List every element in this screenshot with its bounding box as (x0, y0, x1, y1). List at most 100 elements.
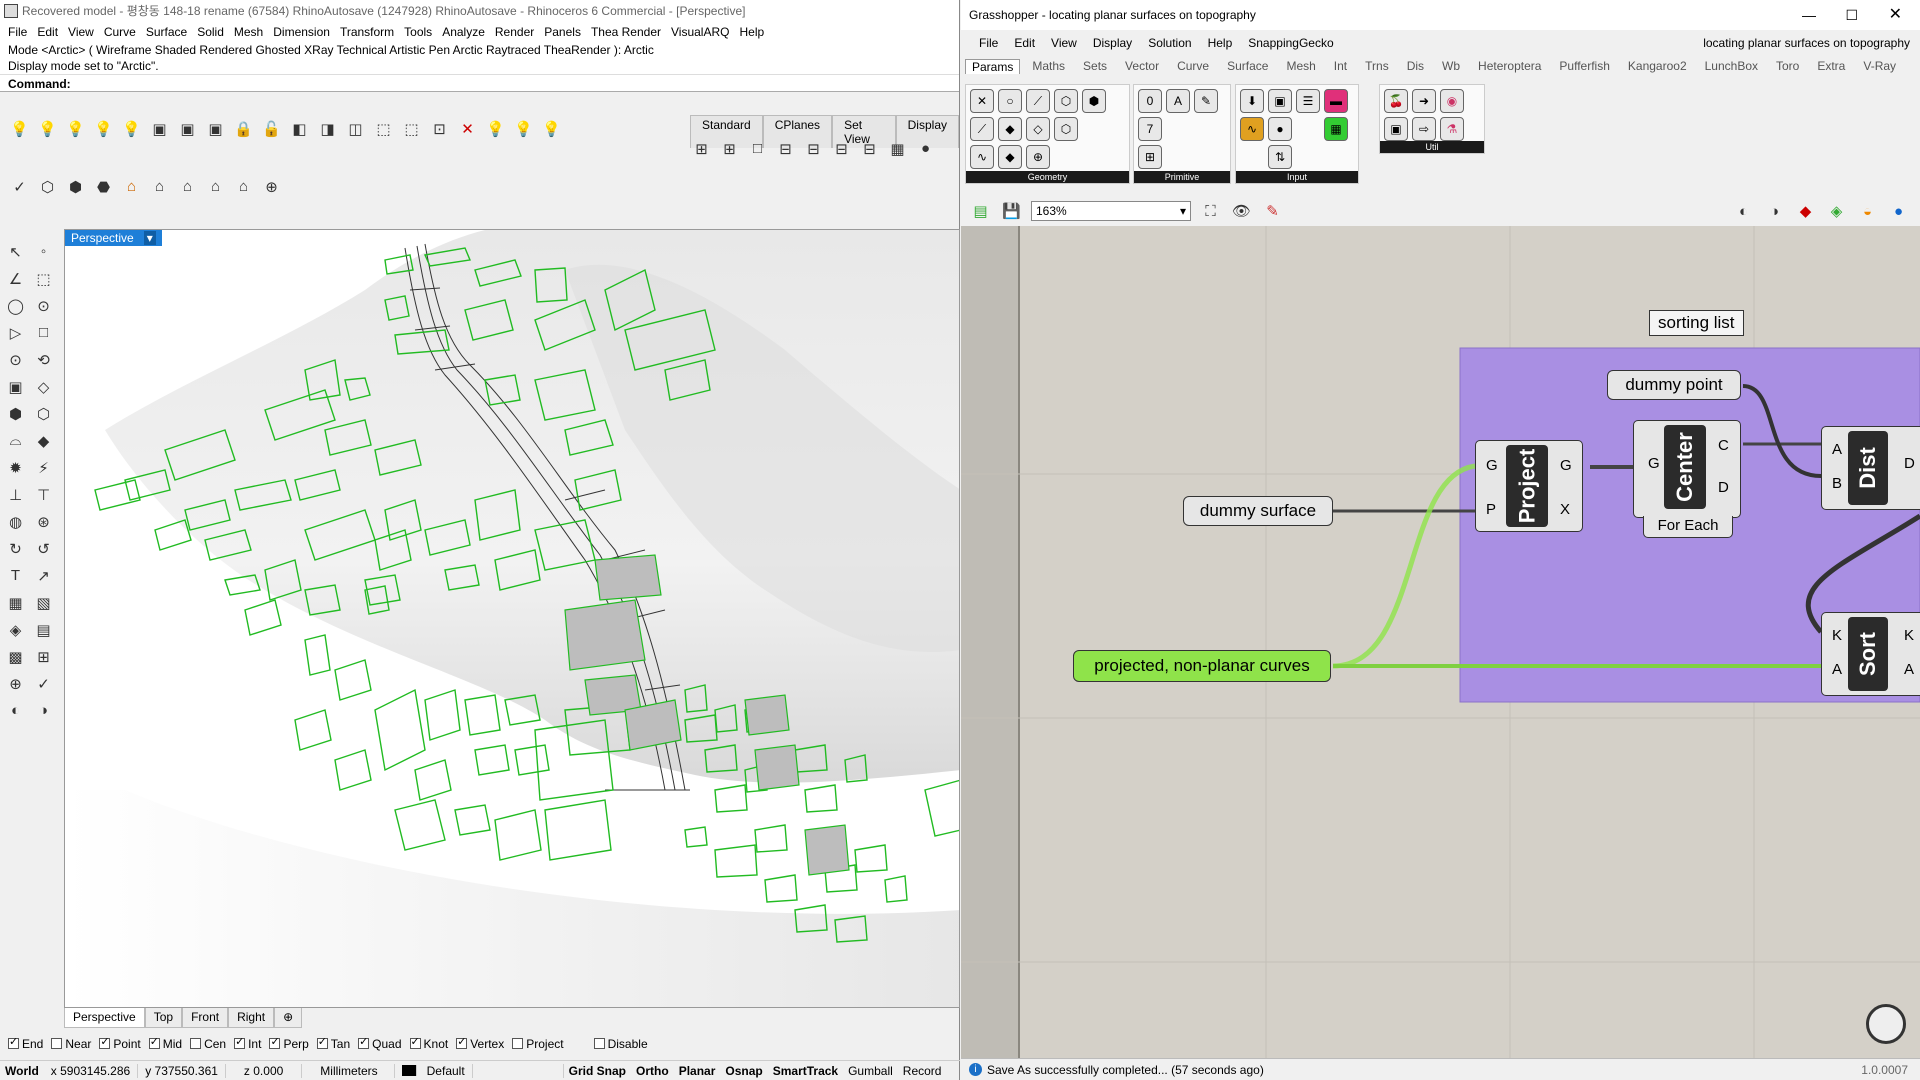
param-icon[interactable]: ▣ (1384, 117, 1408, 141)
project-output-x[interactable]: X (1560, 501, 1570, 518)
maximize-viewport-icon[interactable]: □ (746, 137, 769, 160)
sidebar-tool-icon[interactable]: ▤ (32, 618, 55, 641)
open-file-icon[interactable]: ▤ (969, 200, 992, 223)
viewport-tab-front[interactable]: Front (182, 1008, 229, 1028)
gh-tab-curve[interactable]: Curve (1177, 59, 1209, 73)
osnap-vertex[interactable]: Vertex (456, 1035, 504, 1051)
sidebar-tool-icon[interactable]: ⬚ (32, 267, 55, 290)
gh-tab-toro[interactable]: Toro (1776, 59, 1799, 73)
osnap-checkbox[interactable] (190, 1038, 202, 1049)
dist-component[interactable]: A B Dist D (1821, 426, 1920, 510)
menu-item-analyze[interactable]: Analyze (442, 25, 485, 39)
sidebar-tool-icon[interactable]: ⬡ (32, 402, 55, 425)
gh-canvas[interactable]: sorting list dummy point dummy surface p… (961, 226, 1920, 1058)
sidebar-tool-icon[interactable]: ▷ (4, 321, 27, 344)
project-output-g[interactable]: G (1560, 457, 1572, 474)
osnap-checkbox[interactable] (148, 1035, 160, 1049)
gh-tab-maths[interactable]: Maths (1032, 59, 1065, 73)
minimize-icon[interactable]: — (1802, 0, 1816, 30)
sidebar-tool-icon[interactable]: ◍ (4, 510, 27, 533)
sidebar-tool-icon[interactable]: ◯ (4, 294, 27, 317)
param-icon[interactable]: ⬡ (1054, 117, 1078, 141)
osnap-checkbox[interactable] (316, 1035, 328, 1049)
sidebar-tool-icon[interactable]: ⊥ (4, 483, 27, 506)
close-icon[interactable]: ✕ (1889, 0, 1902, 30)
render-tools-icon[interactable]: ⌂ (176, 175, 199, 198)
preview-eye-icon[interactable]: 👁 (1230, 200, 1253, 223)
arrow-right-icon[interactable]: ⇨ (1412, 117, 1436, 141)
viewport-tab-right[interactable]: Right (228, 1008, 275, 1028)
gh-tab-extra[interactable]: Extra (1817, 59, 1845, 73)
osnap-checkbox[interactable] (269, 1035, 281, 1049)
gh-tab-dis[interactable]: Dis (1407, 59, 1424, 73)
unlock-icon[interactable]: 🔓 (260, 117, 283, 140)
project-input-p[interactable]: P (1486, 501, 1496, 518)
filter-icon[interactable]: ⊡ (428, 117, 451, 140)
menu-item-surface[interactable]: Surface (146, 25, 187, 39)
select-icon[interactable]: ⬚ (400, 117, 423, 140)
light-bulb-icon[interactable]: 💡 (36, 117, 59, 140)
maximize-icon[interactable]: ☐ (1845, 0, 1858, 30)
status-toggle-smarttrack[interactable]: SmartTrack (768, 1064, 843, 1078)
project-input-g[interactable]: G (1486, 457, 1498, 474)
preview-mode-icon[interactable]: ◐ (1732, 200, 1755, 223)
menu-item-transform[interactable]: Transform (340, 25, 394, 39)
menu-item-solid[interactable]: Solid (197, 25, 224, 39)
arrow-right-icon[interactable]: ➜ (1412, 89, 1436, 113)
menu-item-panels[interactable]: Panels (544, 25, 581, 39)
gh-menu-item-file[interactable]: File (979, 36, 998, 50)
osnap-checkbox[interactable] (456, 1035, 468, 1049)
center-output-d[interactable]: D (1718, 479, 1729, 496)
param-icon[interactable]: ◉ (1440, 89, 1464, 113)
gh-tab-int[interactable]: Int (1334, 59, 1347, 73)
sidebar-tool-icon[interactable]: ⚡ (32, 456, 55, 479)
sidebar-tool-icon[interactable]: □ (32, 321, 55, 344)
render-tools-icon[interactable]: ⌂ (120, 175, 143, 198)
command-prompt[interactable]: Command: (0, 74, 959, 92)
osnap-end[interactable]: End (8, 1035, 43, 1051)
param-icon[interactable]: A (1166, 89, 1190, 113)
param-icon[interactable]: 7 (1138, 117, 1162, 141)
preview-mode-icon[interactable]: ● (1887, 200, 1910, 223)
gh-menu-item-help[interactable]: Help (1208, 36, 1233, 50)
param-icon[interactable]: ⬇ (1240, 89, 1264, 113)
menu-item-render[interactable]: Render (495, 25, 534, 39)
set-view-icon[interactable]: ⊟ (774, 137, 797, 160)
projected-curves-param[interactable]: projected, non-planar curves (1073, 650, 1331, 682)
status-toggle-planar[interactable]: Planar (674, 1064, 721, 1078)
chevron-down-icon[interactable]: ▾ (143, 231, 156, 245)
gh-tab-surface[interactable]: Surface (1227, 59, 1268, 73)
light-bulb-icon[interactable]: 💡 (92, 117, 115, 140)
sidebar-tool-icon[interactable]: ◦ (32, 240, 55, 263)
sidebar-tool-icon[interactable]: ∠ (4, 267, 27, 290)
navigation-widget-icon[interactable] (1866, 1004, 1906, 1044)
sidebar-tool-icon[interactable]: T (4, 564, 27, 587)
gh-menu-item-snappinggecko[interactable]: SnappingGecko (1248, 36, 1333, 50)
gh-tab-lunchbox[interactable]: LunchBox (1705, 59, 1758, 73)
menu-item-mesh[interactable]: Mesh (234, 25, 263, 39)
osnap-disable[interactable]: Disable (593, 1037, 648, 1051)
osnap-near[interactable]: Near (51, 1037, 91, 1051)
osnap-int[interactable]: Int (234, 1035, 261, 1051)
sidebar-tool-icon[interactable]: ▣ (4, 375, 27, 398)
gh-tab-heteroptera[interactable]: Heteroptera (1478, 59, 1541, 73)
osnap-perp[interactable]: Perp (269, 1035, 309, 1051)
sidebar-tool-icon[interactable]: ▩ (4, 645, 27, 668)
param-icon[interactable]: ● (1268, 117, 1292, 141)
gh-tab-trns[interactable]: Trns (1365, 59, 1389, 73)
solid-tools-icon[interactable]: ⬣ (92, 175, 115, 198)
preview-mode-icon[interactable]: ◆ (1794, 200, 1817, 223)
set-view-icon[interactable]: ⊟ (830, 137, 853, 160)
gh-tab-sets[interactable]: Sets (1083, 59, 1107, 73)
sidebar-tool-icon[interactable]: ↺ (32, 537, 55, 560)
grid-icon[interactable]: ▦ (886, 137, 909, 160)
sketch-icon[interactable]: ✎ (1261, 200, 1284, 223)
status-toggle-grid-snap[interactable]: Grid Snap (564, 1064, 631, 1078)
sidebar-tool-icon[interactable]: ⊤ (32, 483, 55, 506)
gh-tab-wb[interactable]: Wb (1442, 59, 1460, 73)
param-icon[interactable]: ⟋ (970, 117, 994, 141)
menu-item-tools[interactable]: Tools (404, 25, 432, 39)
status-toggle-ortho[interactable]: Ortho (631, 1064, 674, 1078)
param-icon[interactable]: ∿ (1240, 117, 1264, 141)
center-input-g[interactable]: G (1648, 455, 1660, 472)
